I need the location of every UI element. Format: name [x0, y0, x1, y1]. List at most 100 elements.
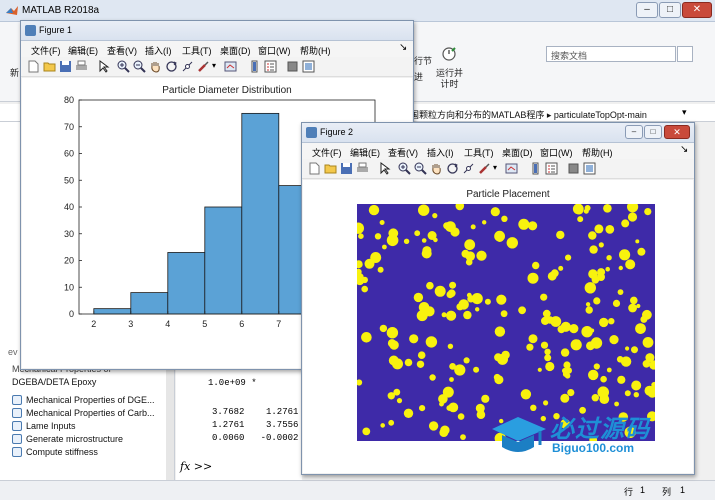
show-plot-tools-icon[interactable]: [583, 162, 596, 175]
particle: [528, 334, 538, 344]
menu-window[interactable]: 窗口(W): [258, 44, 291, 57]
menu-edit[interactable]: 编辑(E): [68, 44, 98, 57]
menu-view[interactable]: 查看(V): [107, 44, 137, 57]
save-icon[interactable]: [340, 162, 353, 175]
pan-hand-icon[interactable]: [149, 60, 162, 73]
path-dropdown-icon[interactable]: ▾: [682, 107, 687, 118]
maximize-button[interactable]: □: [659, 2, 681, 18]
filter-icon[interactable]: [677, 46, 693, 62]
main-title-bar[interactable]: MATLAB R2018a – □ ✕: [0, 0, 715, 22]
x-tick-label: 5: [202, 319, 207, 329]
menu-view[interactable]: 查看(V): [388, 146, 418, 159]
particle: [599, 317, 609, 328]
particle: [458, 299, 469, 310]
print-icon[interactable]: [356, 162, 369, 175]
edit-plot-arrow-icon[interactable]: [97, 60, 110, 73]
particle: [475, 307, 480, 312]
legend-icon[interactable]: [545, 162, 558, 175]
particle: [501, 215, 508, 222]
open-file-icon[interactable]: [324, 162, 337, 175]
menu-help[interactable]: 帮助(H): [300, 44, 331, 57]
command-prompt[interactable]: fx >>: [180, 460, 212, 473]
figure2-close-button[interactable]: ✕: [664, 125, 690, 139]
outline-item[interactable]: Compute stiffness: [12, 447, 98, 457]
hide-plot-tools-icon[interactable]: [567, 162, 580, 175]
particle: [564, 373, 571, 379]
brush-dropdown-icon[interactable]: ▾: [212, 61, 216, 70]
figure1-title-bar[interactable]: Figure 1: [21, 21, 413, 41]
run-and-time-button[interactable]: 运行并 计时: [436, 68, 463, 90]
link-plot-icon[interactable]: [505, 162, 518, 175]
particle: [396, 398, 403, 404]
rotate-3d-icon[interactable]: [165, 60, 178, 73]
zoom-in-icon[interactable]: [117, 60, 130, 73]
menubar-dock-icon[interactable]: ↘: [399, 42, 407, 53]
data-cursor-icon[interactable]: [462, 162, 475, 175]
figure2-title: Figure 2: [320, 127, 354, 137]
minimize-button[interactable]: –: [636, 2, 658, 18]
data-cursor-icon[interactable]: [181, 60, 194, 73]
outline-item[interactable]: Lame Inputs: [12, 421, 76, 431]
particle: [569, 324, 579, 334]
panel-scrollbar[interactable]: [166, 362, 174, 497]
menu-insert[interactable]: 插入(I): [145, 44, 172, 57]
particle: [520, 389, 532, 400]
particle: [388, 419, 395, 426]
menu-file[interactable]: 文件(F): [312, 146, 342, 159]
outline-item[interactable]: Mechanical Properties of Carb...: [12, 408, 155, 418]
close-button[interactable]: ✕: [682, 2, 712, 18]
brush-icon[interactable]: [478, 162, 491, 175]
brush-dropdown-icon[interactable]: ▾: [493, 163, 497, 172]
menu-desktop[interactable]: 桌面(D): [502, 146, 533, 159]
row-value: 1: [640, 485, 646, 495]
search-input[interactable]: 搜索文档: [546, 46, 676, 62]
pan-hand-icon[interactable]: [430, 162, 443, 175]
particle: [501, 350, 510, 360]
particle: [532, 261, 540, 270]
menu-file[interactable]: 文件(F): [31, 44, 61, 57]
ribbon-advance-button[interactable]: 进: [414, 70, 423, 83]
ribbon-partial-label[interactable]: 新: [10, 66, 19, 79]
hide-plot-tools-icon[interactable]: [286, 60, 299, 73]
menu-insert[interactable]: 插入(I): [427, 146, 454, 159]
menu-tools[interactable]: 工具(T): [464, 146, 494, 159]
menubar-dock-icon[interactable]: ↘: [680, 144, 688, 155]
particle: [589, 245, 598, 254]
figure2-minimize-button[interactable]: –: [625, 125, 643, 139]
particle: [550, 269, 559, 278]
menu-help[interactable]: 帮助(H): [582, 146, 613, 159]
particle: [463, 310, 472, 320]
chart-title: Particle Diameter Distribution: [162, 85, 292, 96]
new-figure-icon[interactable]: [27, 60, 40, 73]
zoom-in-icon[interactable]: [398, 162, 411, 175]
outline-item[interactable]: Generate microstructure: [12, 434, 123, 444]
histogram-bar: [167, 252, 206, 315]
edit-plot-arrow-icon[interactable]: [378, 162, 391, 175]
col-label: 列: [662, 487, 672, 497]
live-script-heading: DGEBA/DETA Epoxy: [12, 377, 97, 387]
figure2-maximize-button[interactable]: □: [644, 125, 662, 139]
link-plot-icon[interactable]: [224, 60, 237, 73]
open-file-icon[interactable]: [43, 60, 56, 73]
figure2-title-bar[interactable]: Figure 2 – □ ✕: [302, 123, 694, 143]
colorbar-icon[interactable]: [529, 162, 542, 175]
menu-desktop[interactable]: 桌面(D): [220, 44, 251, 57]
menu-edit[interactable]: 编辑(E): [350, 146, 380, 159]
menu-tools[interactable]: 工具(T): [182, 44, 212, 57]
save-icon[interactable]: [59, 60, 72, 73]
rotate-3d-icon[interactable]: [446, 162, 459, 175]
particle: [428, 421, 439, 431]
particle: [417, 351, 426, 359]
zoom-out-icon[interactable]: [133, 60, 146, 73]
print-icon[interactable]: [75, 60, 88, 73]
particle: [642, 337, 654, 348]
new-figure-icon[interactable]: [308, 162, 321, 175]
ribbon-run-section-button[interactable]: 行节: [414, 54, 432, 67]
zoom-out-icon[interactable]: [414, 162, 427, 175]
show-plot-tools-icon[interactable]: [302, 60, 315, 73]
outline-item[interactable]: Mechanical Properties of DGE...: [12, 395, 155, 405]
menu-window[interactable]: 窗口(W): [540, 146, 573, 159]
brush-icon[interactable]: [197, 60, 210, 73]
legend-icon[interactable]: [264, 60, 277, 73]
colorbar-icon[interactable]: [248, 60, 261, 73]
